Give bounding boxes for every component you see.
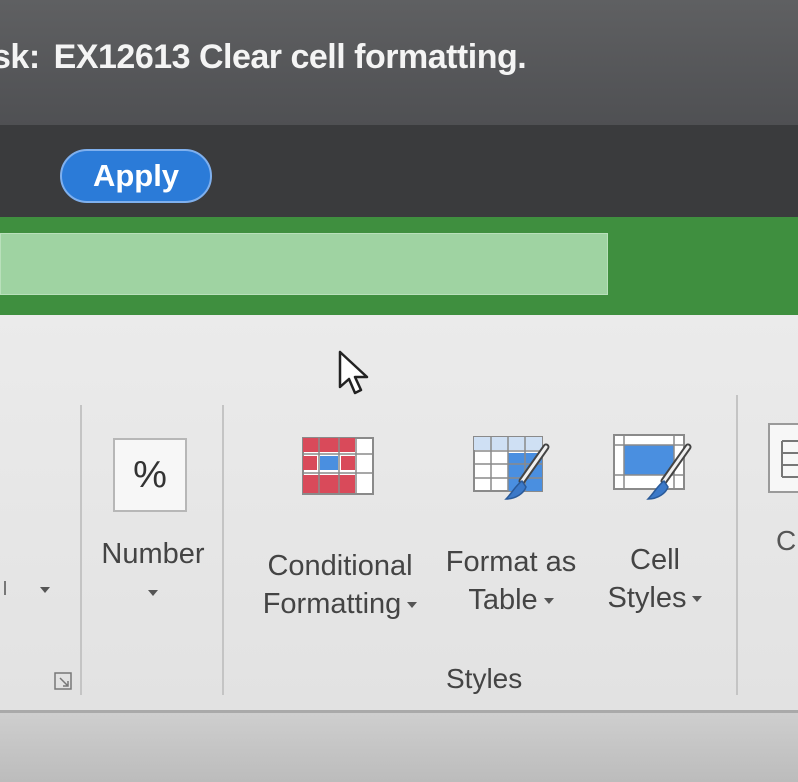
cells-partial-label: C	[776, 525, 797, 556]
number-format-dropdown[interactable]: Number	[88, 535, 218, 611]
formula-bar-area	[0, 710, 798, 782]
apply-bar: Apply	[0, 125, 798, 217]
divider	[0, 710, 798, 713]
conditional-formatting-button[interactable]: Conditional Formatting	[240, 425, 440, 635]
mouse-pointer-icon	[338, 350, 369, 395]
chevron-down-icon	[692, 596, 703, 603]
task-prefix: sk:	[0, 38, 40, 76]
partial-dropdown[interactable]	[0, 577, 50, 607]
dialog-launcher-icon[interactable]	[54, 672, 72, 690]
ribbon-home: % Number Conditional Formatting Format a…	[0, 315, 798, 710]
conditional-formatting-icon	[302, 437, 374, 495]
cell-styles-label-2: Styles	[607, 582, 687, 614]
green-input-field[interactable]	[0, 233, 608, 295]
cell-styles-label-1: Cell	[630, 544, 680, 576]
chevron-down-icon	[543, 598, 554, 605]
green-banner	[0, 217, 798, 315]
format-as-table-button[interactable]: Format as Table	[436, 425, 586, 635]
format-as-table-label-2: Table	[468, 584, 538, 616]
number-label: Number	[101, 538, 205, 570]
format-as-table-icon	[473, 436, 550, 500]
group-separator	[222, 405, 224, 695]
percent-style-button[interactable]: %	[113, 438, 187, 512]
styles-group-label: Styles	[446, 663, 523, 694]
conditional-formatting-label-2: Formatting	[262, 588, 402, 620]
cells-insert-button[interactable]	[768, 423, 798, 493]
group-separator	[80, 405, 82, 695]
insert-cells-icon	[781, 440, 798, 478]
task-header: sk: EX12613 Clear cell formatting.	[0, 0, 798, 125]
group-separator	[736, 395, 738, 695]
chevron-down-icon	[40, 587, 50, 593]
cell-styles-icon	[613, 434, 692, 500]
task-description: EX12613 Clear cell formatting.	[53, 38, 527, 76]
conditional-formatting-label-1: Conditional	[267, 550, 413, 582]
chevron-down-icon	[148, 590, 158, 597]
apply-button[interactable]: Apply	[60, 149, 212, 203]
chevron-down-icon	[407, 602, 418, 609]
percent-icon: %	[133, 453, 167, 496]
format-as-table-label-1: Format as	[445, 546, 577, 578]
task-title: sk: EX12613 Clear cell formatting.	[0, 38, 527, 77]
cell-styles-button[interactable]: Cell Styles	[590, 425, 720, 635]
